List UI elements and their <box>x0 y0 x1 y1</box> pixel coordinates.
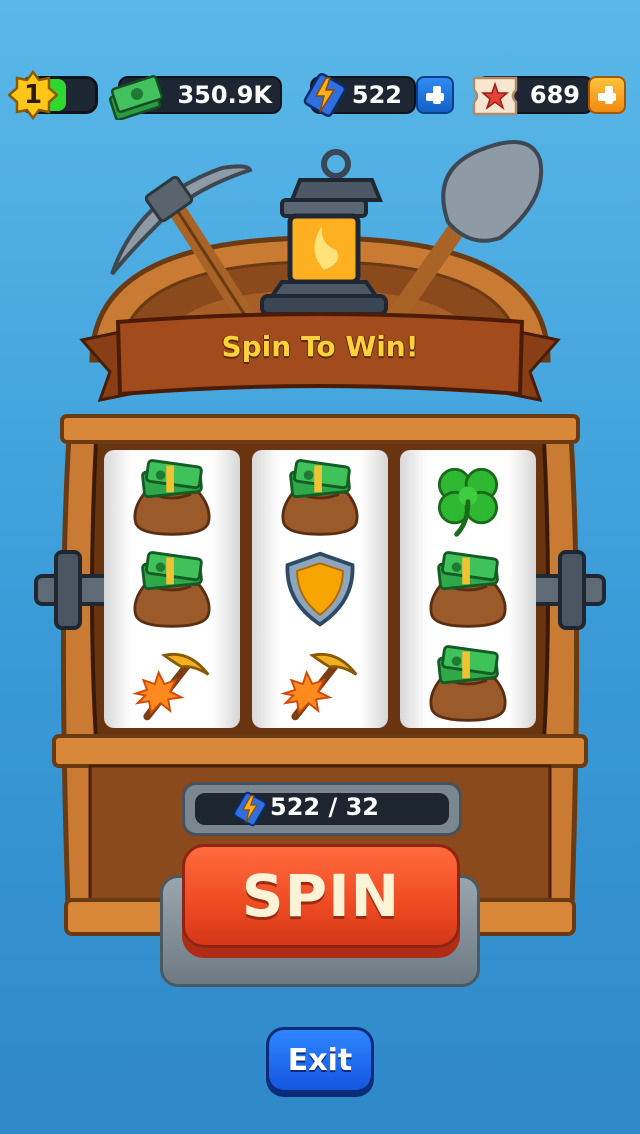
lantern-icon <box>260 149 388 316</box>
money-bag-icon <box>281 458 359 536</box>
spin-energy-icon <box>233 791 267 827</box>
clover-icon <box>420 456 516 540</box>
money-bag-icon <box>429 550 507 628</box>
money-bag-icon <box>133 550 211 628</box>
money-bag-icon <box>429 644 507 722</box>
pickaxe-icon <box>124 642 220 726</box>
pickaxe-icon <box>272 642 368 726</box>
spin-button[interactable]: SPIN <box>182 844 460 948</box>
shield-icon <box>285 551 355 627</box>
exit-button[interactable]: Exit <box>266 1027 374 1093</box>
spin-cost-text: 522 / 32 <box>270 793 379 821</box>
banner-title: Spin To Win! <box>221 330 419 363</box>
money-bag-icon <box>133 458 211 536</box>
slot-machine: Spin To Win! 522 / 32 SPIN <box>0 0 640 1000</box>
